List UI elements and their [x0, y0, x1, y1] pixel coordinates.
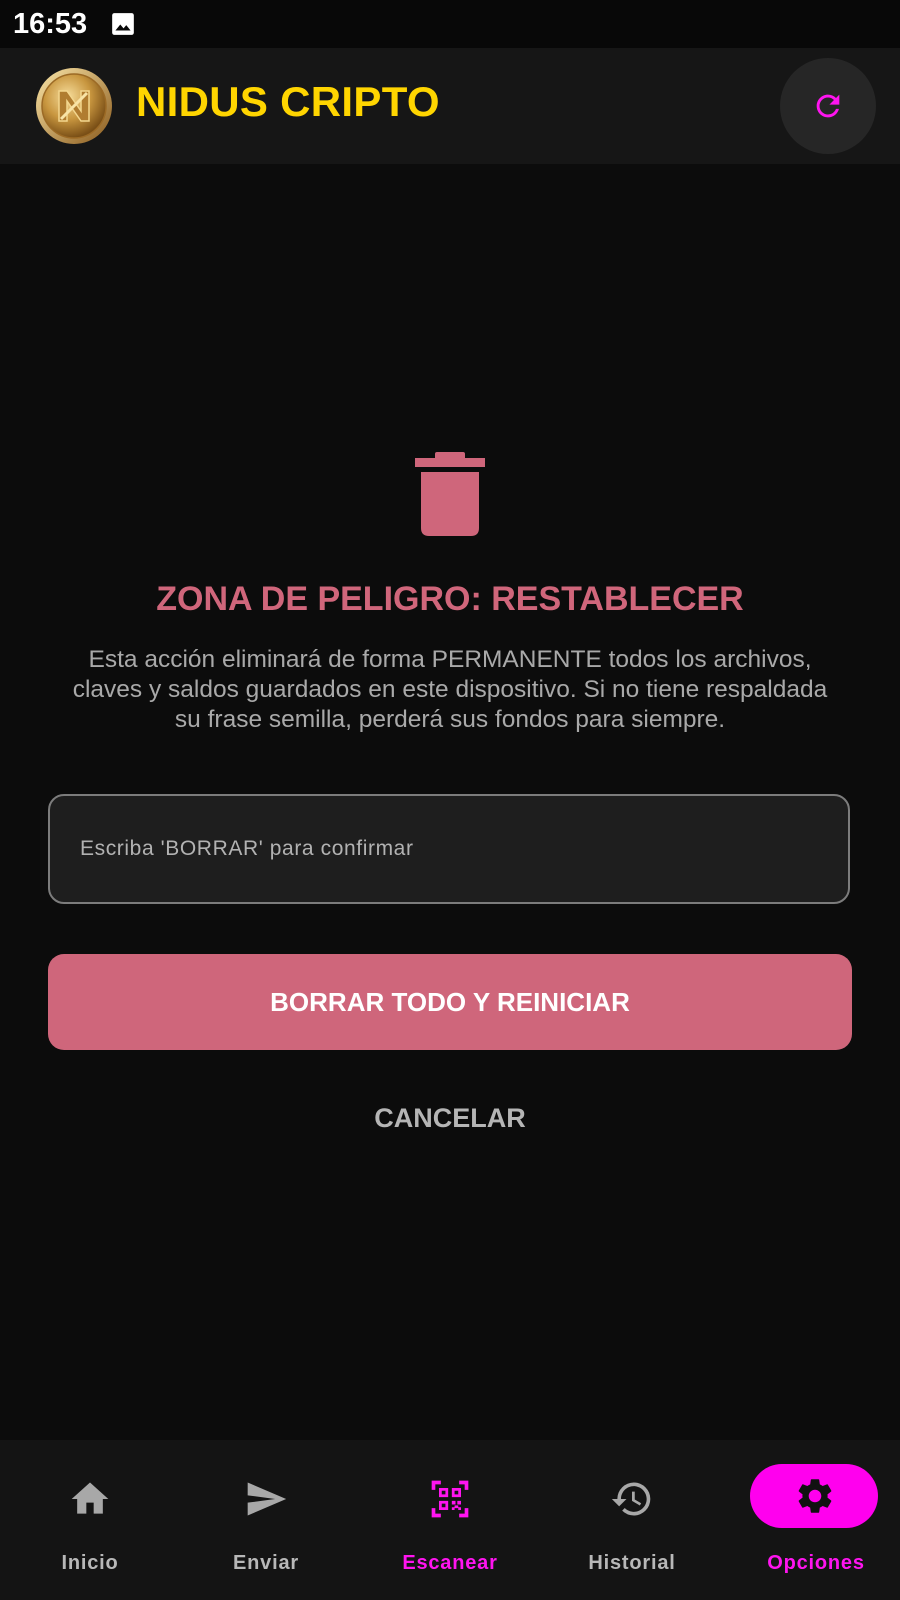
app-header: NIDUS CRIPTO [0, 48, 900, 164]
settings-icon [791, 1472, 839, 1520]
reset-all-button[interactable]: BORRAR TODO Y REINICIAR [48, 954, 852, 1050]
home-icon [66, 1475, 114, 1523]
cancel-button[interactable]: CANCELAR [300, 1088, 600, 1148]
refresh-icon [811, 89, 845, 123]
refresh-button[interactable] [780, 58, 876, 154]
nav-item-inicio[interactable]: Inicio [0, 1440, 180, 1600]
description-line: su frase semilla, perderá sus fondos par… [174, 706, 726, 733]
danger-zone-title: ZONA DE PELIGRO: RESTABLECER [156, 580, 744, 618]
app-title: NIDUS CRIPTO [136, 78, 440, 125]
send-icon [242, 1475, 290, 1523]
nav-item-opciones[interactable]: Opciones [726, 1440, 900, 1600]
nidus-coin-logo [35, 67, 113, 145]
nav-item-enviar[interactable]: Enviar [176, 1440, 356, 1600]
qr-scan-icon [426, 1475, 474, 1523]
nav-item-escanear[interactable]: Escanear [360, 1440, 540, 1600]
nav-label: Opciones [767, 1552, 865, 1574]
description-line: Esta acción eliminará de forma PERMANENT… [88, 646, 812, 673]
history-icon [608, 1475, 656, 1523]
description-line: claves y saldos guardados en este dispos… [72, 676, 828, 703]
nav-label: Enviar [233, 1552, 299, 1574]
danger-description: Esta acción eliminará de forma PERMANENT… [40, 645, 860, 735]
status-time: 16:53 [13, 7, 88, 40]
confirm-input[interactable] [48, 794, 850, 904]
screen: 16:53 NIDUS CRIPTO ZONA DE PELIGRO: REST… [0, 0, 900, 1600]
nav-item-historial[interactable]: Historial [542, 1440, 722, 1600]
trash-icon [415, 450, 485, 536]
bottom-nav: Inicio Enviar Escanear Historial Opcione… [0, 1440, 900, 1600]
status-bar: 16:53 [0, 0, 900, 48]
image-icon [109, 10, 137, 38]
nav-label: Escanear [402, 1552, 498, 1574]
nav-label: Historial [588, 1552, 676, 1574]
nav-label: Inicio [61, 1552, 119, 1574]
